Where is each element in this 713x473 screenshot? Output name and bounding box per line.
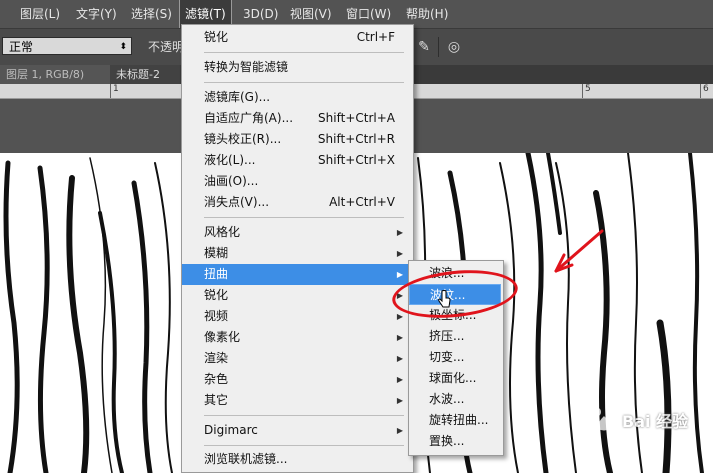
menu-layer[interactable]: 图层(L) [20, 0, 60, 28]
menu-item-stylize[interactable]: 风格化 ▶ [182, 222, 411, 243]
submenu-item-spherize[interactable]: 球面化... [409, 368, 501, 389]
watermark-text: Bai 经验 [622, 412, 689, 431]
pressure-icon[interactable]: ◎ [446, 39, 462, 55]
menu-item-shortcut: Shift+Ctrl+X [318, 153, 395, 167]
menu-item-label: 转换为智能滤镜 [204, 60, 289, 74]
submenu-item-shear[interactable]: 切变... [409, 347, 501, 368]
menu-item-shortcut: Alt+Ctrl+V [329, 195, 395, 209]
menu-item-filter-gallery[interactable]: 滤镜库(G)... [182, 87, 411, 108]
submenu-arrow-icon: ▶ [396, 249, 403, 258]
submenu-item-pinch[interactable]: 挤压... [409, 326, 501, 347]
menu-item-label: 锐化 [204, 30, 229, 44]
opacity-label: 不透明 [148, 40, 185, 54]
menu-divider [204, 217, 404, 218]
menu-item-label: 自适应广角(A)... [204, 111, 294, 125]
menu-item-noise[interactable]: 杂色 ▶ [182, 369, 411, 390]
menu-item-label: 滤镜库(G)... [204, 90, 271, 104]
menu-item-label: 杂色 [204, 372, 229, 386]
airbrush-icon[interactable]: ✎ [416, 39, 432, 55]
submenu-item-displace[interactable]: 置换... [409, 431, 501, 452]
menu-item-convert-smart-filter[interactable]: 转换为智能滤镜 [182, 57, 411, 78]
ruler-label: 6 [703, 84, 709, 94]
menu-divider [204, 82, 404, 83]
menu-item-blur[interactable]: 模糊 ▶ [182, 243, 411, 264]
menu-item-label: 液化(L)... [204, 153, 256, 167]
menu-item-label: 切变... [429, 350, 465, 364]
filter-menu: 锐化 Ctrl+F 转换为智能滤镜 滤镜库(G)... 自适应广角(A)... … [181, 24, 414, 473]
menu-item-lens-correction[interactable]: 镜头校正(R)... Shift+Ctrl+R [182, 129, 411, 150]
menu-item-shortcut: Ctrl+F [356, 30, 395, 44]
menu-item-label: 消失点(V)... [204, 195, 270, 209]
tab-document-1[interactable]: 图层 1, RGB/8) *× [0, 65, 110, 100]
menu-item-label: 油画(O)... [204, 174, 259, 188]
menu-item-label: 旋转扭曲... [429, 413, 489, 427]
tab-document-2[interactable]: 未标题-2 @ [110, 65, 180, 100]
menu-item-digimarc[interactable]: Digimarc ▶ [182, 420, 411, 441]
menu-item-liquify[interactable]: 液化(L)... Shift+Ctrl+X [182, 150, 411, 171]
ruler-label: 5 [585, 84, 591, 94]
paw-logo-icon [590, 408, 618, 431]
menu-item-vanishing-point[interactable]: 消失点(V)... Alt+Ctrl+V [182, 192, 411, 213]
menu-item-adaptive-wide-angle[interactable]: 自适应广角(A)... Shift+Ctrl+A [182, 108, 411, 129]
menu-item-browse-filters-online[interactable]: 浏览联机滤镜... [182, 449, 411, 470]
ruler-tick [110, 84, 111, 98]
menu-item-label: 像素化 [204, 330, 241, 344]
ruler-label: 1 [113, 84, 119, 94]
menu-divider [204, 445, 404, 446]
menu-item-pixelate[interactable]: 像素化 ▶ [182, 327, 411, 348]
menu-item-other[interactable]: 其它 ▶ [182, 390, 411, 411]
toolbar-divider [438, 37, 439, 57]
menu-item-shortcut: Shift+Ctrl+R [317, 132, 395, 146]
menu-item-label: 球面化... [429, 371, 477, 385]
submenu-item-zigzag[interactable]: 水波... [409, 389, 501, 410]
submenu-arrow-icon: ▶ [396, 333, 403, 342]
submenu-arrow-icon: ▶ [396, 426, 403, 435]
menu-item-label: 视频 [204, 309, 229, 323]
menu-item-oil-paint[interactable]: 油画(O)... [182, 171, 411, 192]
menu-select[interactable]: 选择(S) [131, 0, 172, 28]
menu-item-label: Digimarc [204, 423, 258, 437]
menu-item-video[interactable]: 视频 ▶ [182, 306, 411, 327]
ruler-tick [700, 84, 701, 98]
menu-item-label: 锐化 [204, 288, 229, 302]
baidu-watermark: Bai 经验 [590, 400, 710, 440]
menu-divider [204, 52, 404, 53]
menu-divider [204, 415, 404, 416]
select-arrows-icon: ⬍ [119, 42, 127, 52]
menu-item-label: 水波... [429, 392, 465, 406]
submenu-arrow-icon: ▶ [396, 270, 403, 279]
menu-item-label: 置换... [429, 434, 465, 448]
blend-mode-select[interactable]: 正常 ⬍ [2, 37, 132, 55]
menu-item-label: 挤压... [429, 329, 465, 343]
blend-mode-value: 正常 [9, 40, 34, 54]
submenu-arrow-icon: ▶ [396, 396, 403, 405]
menu-item-label: 浏览联机滤镜... [204, 452, 288, 466]
menu-item-label: 扭曲 [204, 267, 229, 281]
menu-item-label: 其它 [204, 393, 229, 407]
submenu-arrow-icon: ▶ [396, 375, 403, 384]
menu-type[interactable]: 文字(Y) [76, 0, 117, 28]
menu-item-label: 渲染 [204, 351, 229, 365]
menu-item-shortcut: Shift+Ctrl+A [318, 111, 395, 125]
menu-item-sharpen[interactable]: 锐化 ▶ [182, 285, 411, 306]
menu-item-render[interactable]: 渲染 ▶ [182, 348, 411, 369]
submenu-item-twirl[interactable]: 旋转扭曲... [409, 410, 501, 431]
menu-item-distort[interactable]: 扭曲 ▶ [182, 264, 411, 285]
hand-cursor-icon [438, 290, 451, 308]
submenu-arrow-icon: ▶ [396, 228, 403, 237]
menu-item-label: 镜头校正(R)... [204, 132, 282, 146]
menu-item-label: 风格化 [204, 225, 241, 239]
submenu-arrow-icon: ▶ [396, 354, 403, 363]
ruler-tick [582, 84, 583, 98]
menu-item-last-filter[interactable]: 锐化 Ctrl+F [182, 27, 411, 48]
menu-item-label: 模糊 [204, 246, 229, 260]
